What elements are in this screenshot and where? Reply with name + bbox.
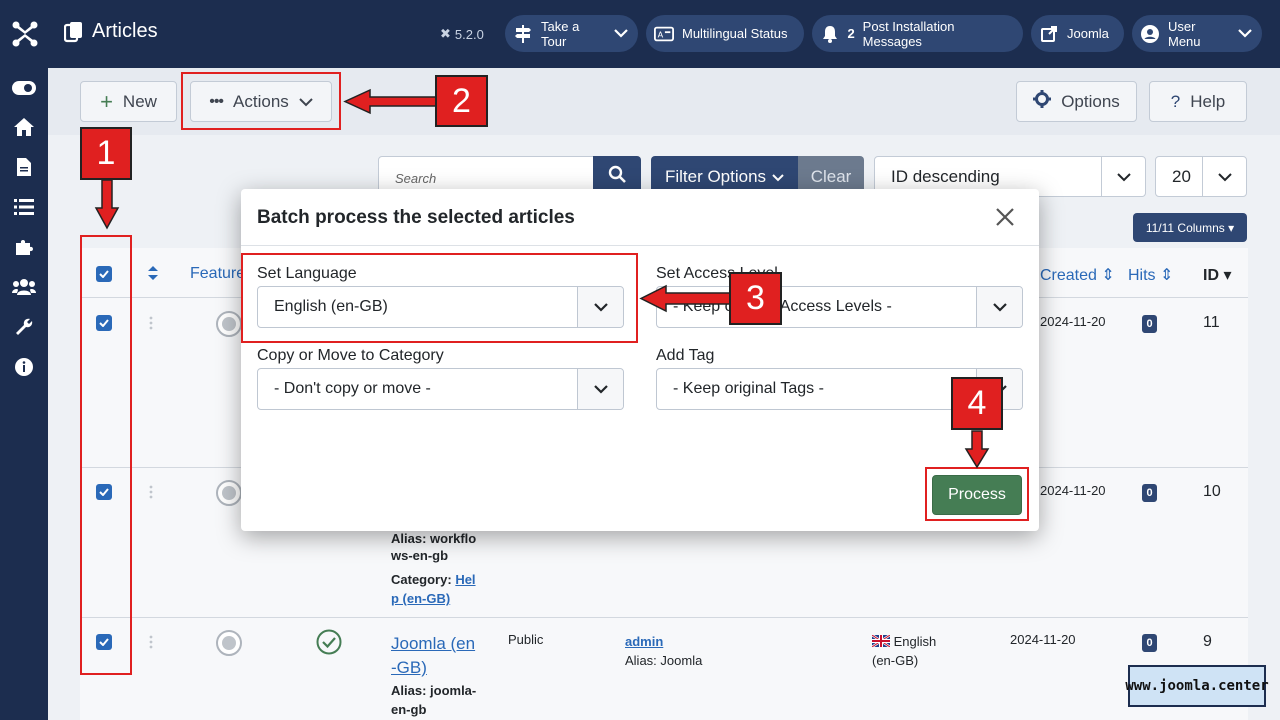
language-icon: A xyxy=(654,24,674,44)
chevron-down-icon xyxy=(772,167,784,187)
id-column-header[interactable]: ID ▾ xyxy=(1203,265,1231,285)
article-alias: Alias: workflo ws-en-gb xyxy=(391,531,477,563)
chevron-down-icon xyxy=(614,26,628,41)
question-icon: ? xyxy=(1170,91,1181,111)
created-date: 2024-11-20 xyxy=(1040,314,1106,329)
info-icon[interactable] xyxy=(12,356,36,378)
signpost-icon xyxy=(513,24,533,44)
annotation-box-checkboxes xyxy=(80,235,132,675)
drag-handle-icon[interactable] xyxy=(149,316,153,330)
author-link[interactable]: admin xyxy=(625,634,663,649)
chevron-down-icon xyxy=(976,287,1022,327)
chevron-down-icon xyxy=(577,369,623,409)
copy-move-label: Copy or Move to Category xyxy=(257,347,444,364)
annotation-box-process xyxy=(925,467,1029,521)
article-alias: Alias: joomla-en-gb xyxy=(391,683,477,717)
featured-toggle[interactable] xyxy=(216,480,242,506)
home-icon[interactable] xyxy=(12,116,36,138)
uk-flag-icon xyxy=(871,634,891,648)
plus-icon: + xyxy=(100,88,113,114)
annotation-number-2: 2 xyxy=(435,75,488,127)
article-category: Category: Hel p (en-GB) xyxy=(391,572,476,606)
category-link[interactable]: p (en-GB) xyxy=(391,591,450,606)
set-access-level-select[interactable]: - Keep original Access Levels - xyxy=(656,286,1023,328)
annotation-box-actions xyxy=(181,72,341,130)
published-check-icon[interactable] xyxy=(316,629,342,655)
copy-move-select[interactable]: - Don't copy or move - xyxy=(257,368,624,410)
row-divider xyxy=(80,617,1248,618)
language-cell: English (en-GB) xyxy=(871,634,937,668)
featured-toggle[interactable] xyxy=(216,630,242,656)
sort-ordering-icon[interactable] xyxy=(147,265,159,286)
article-id: 10 xyxy=(1203,483,1221,500)
access-level: Public xyxy=(508,632,544,647)
hits-badge: 0 xyxy=(1142,315,1157,333)
article-id: 9 xyxy=(1203,633,1212,650)
gear-icon xyxy=(1033,90,1052,113)
file-icon[interactable] xyxy=(12,156,36,178)
toggle-menu-icon[interactable] xyxy=(12,77,36,99)
multilingual-status-button[interactable]: A Multilingual Status xyxy=(646,15,804,52)
bell-icon xyxy=(820,24,839,44)
page-title: Articles xyxy=(64,20,158,43)
search-icon xyxy=(608,165,626,188)
external-link-icon xyxy=(1039,24,1059,44)
add-tag-label: Add Tag xyxy=(656,347,715,364)
joomla-site-button[interactable]: Joomla xyxy=(1031,15,1124,52)
article-id: 11 xyxy=(1203,314,1220,331)
list-icon[interactable] xyxy=(12,196,36,218)
post-installation-messages-button[interactable]: 2 Post Installation Messages xyxy=(812,15,1023,52)
article-title-link[interactable]: Joomla (en -GB) xyxy=(391,632,475,680)
messages-count: 2 xyxy=(847,26,855,41)
hits-column-header[interactable]: Hits ⇕ xyxy=(1128,265,1173,285)
chevron-down-icon xyxy=(1202,157,1246,196)
modal-title: Batch process the selected articles xyxy=(257,207,575,228)
watermark: www.joomla.center xyxy=(1125,665,1269,707)
take-tour-button[interactable]: Take a Tour xyxy=(505,15,638,52)
columns-button[interactable]: 11/11 Columns ▾ xyxy=(1133,213,1247,242)
joomla-logo-icon[interactable] xyxy=(11,20,39,48)
copy-icon xyxy=(64,21,82,42)
page-title-text: Articles xyxy=(92,20,158,42)
joomla-small-icon: ✖ xyxy=(440,26,451,41)
users-icon[interactable] xyxy=(12,276,36,298)
modal-header: Batch process the selected articles xyxy=(241,189,1039,246)
annotation-box-language xyxy=(241,253,638,343)
hits-badge: 0 xyxy=(1142,484,1157,502)
user-icon xyxy=(1140,24,1160,44)
created-date: 2024-11-20 xyxy=(1040,483,1106,498)
drag-handle-icon[interactable] xyxy=(149,485,153,499)
annotation-number-4: 4 xyxy=(951,377,1003,430)
hits-badge: 0 xyxy=(1142,634,1157,652)
created-column-header[interactable]: Created ⇕ xyxy=(1040,265,1115,285)
version-label: ✖ 5.2.0 xyxy=(440,26,484,42)
chevron-down-icon xyxy=(1101,157,1145,196)
new-button[interactable]: + New xyxy=(80,81,177,122)
svg-text:A: A xyxy=(658,29,664,39)
author-cell: admin Alias: Joomla xyxy=(625,634,703,668)
close-icon[interactable] xyxy=(994,206,1016,228)
puzzle-icon[interactable] xyxy=(12,236,36,258)
chevron-down-icon xyxy=(1238,26,1252,41)
created-date: 2024-11-20 xyxy=(1010,632,1076,647)
category-link[interactable]: Hel xyxy=(455,572,475,587)
wrench-icon[interactable] xyxy=(12,316,36,338)
annotation-number-1: 1 xyxy=(80,127,132,180)
drag-handle-icon[interactable] xyxy=(149,635,153,649)
annotation-number-3: 3 xyxy=(729,272,782,325)
user-menu-button[interactable]: User Menu xyxy=(1132,15,1262,52)
featured-toggle[interactable] xyxy=(216,311,242,337)
limit-select[interactable]: 20 xyxy=(1155,156,1247,197)
options-button[interactable]: Options xyxy=(1016,81,1137,122)
help-button[interactable]: ? Help xyxy=(1149,81,1247,122)
